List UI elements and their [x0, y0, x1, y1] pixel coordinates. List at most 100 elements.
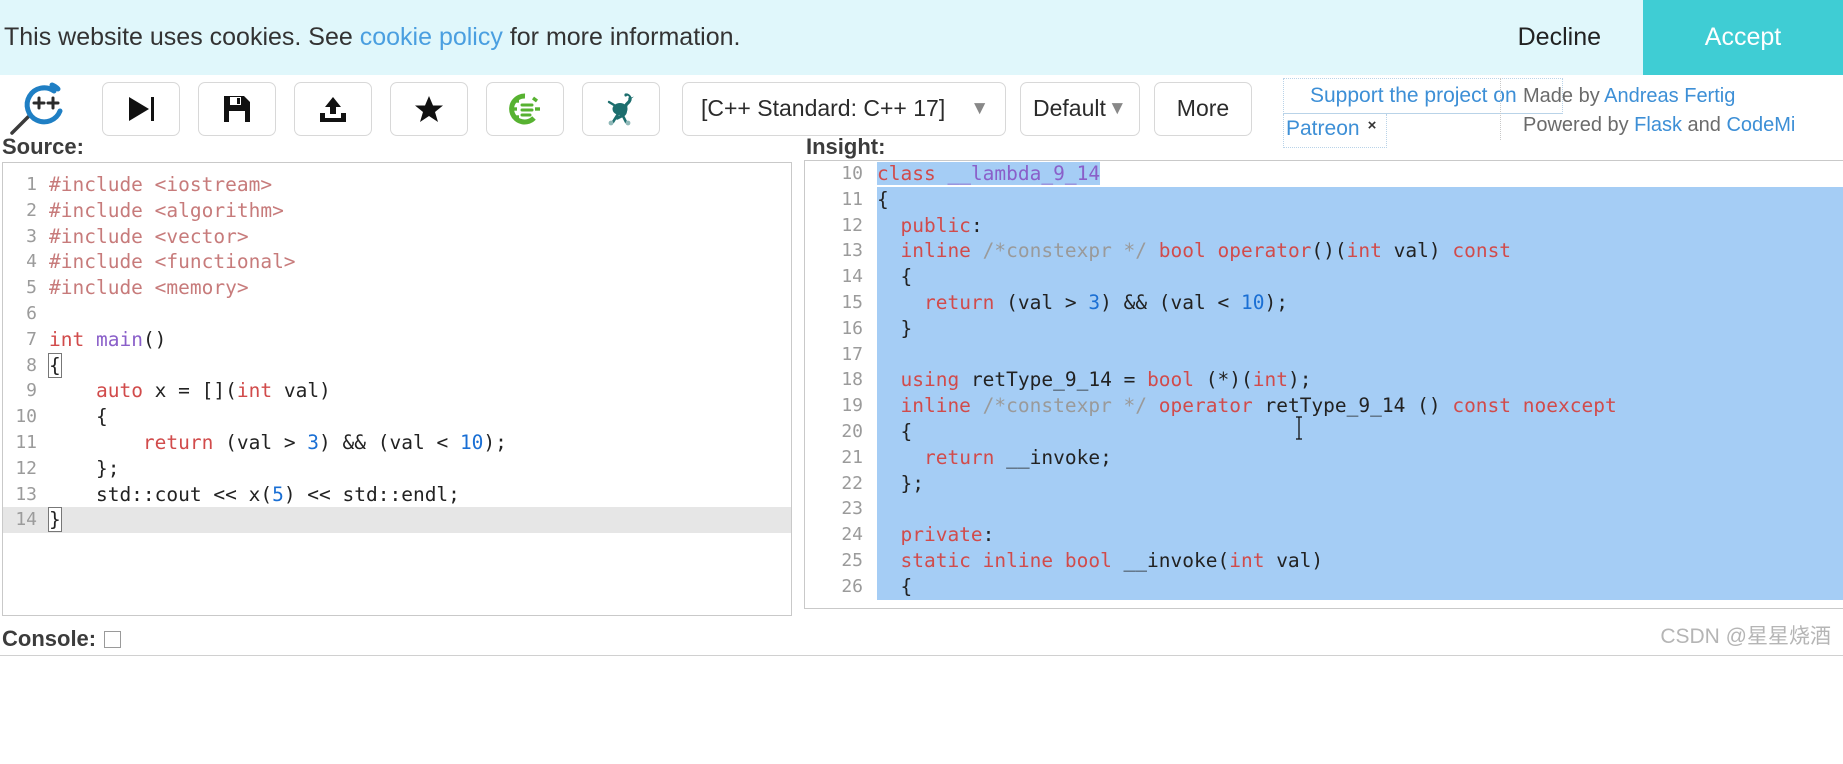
code-token: static inline bool — [900, 548, 1124, 572]
play-icon — [129, 96, 154, 121]
code-token: int — [1252, 368, 1288, 392]
line-number: 13 — [15, 483, 37, 505]
style-select[interactable]: Default ▼ — [1020, 81, 1140, 136]
line-number: 2 — [26, 199, 37, 221]
code-line[interactable]: 23 — [805, 496, 1843, 523]
code-line[interactable]: 20 { — [805, 418, 1843, 445]
code-line-text: #include <iostream> — [49, 172, 791, 198]
code-line[interactable]: 5 #include <memory> — [3, 275, 791, 301]
flask-link[interactable]: Flask — [1634, 114, 1682, 136]
decline-cookies-button[interactable]: Decline — [1475, 0, 1643, 75]
codemirror-link[interactable]: CodeMi — [1726, 114, 1795, 136]
code-line[interactable]: 4 #include <functional> — [3, 249, 791, 275]
accept-cookies-button[interactable]: Accept — [1643, 0, 1843, 75]
line-number: 6 — [26, 302, 37, 324]
line-number: 11 — [15, 431, 37, 453]
code-line-text: static inline bool __invoke(int val) — [877, 547, 1843, 574]
code-token: bool — [1147, 368, 1206, 392]
line-number: 18 — [841, 369, 863, 391]
code-token: return — [923, 290, 995, 314]
close-icon[interactable]: × — [1368, 117, 1377, 134]
code-token: x = []( — [142, 379, 237, 403]
code-line-text: class __lambda_9_14 — [877, 161, 1843, 187]
console-checkbox[interactable] — [104, 630, 122, 648]
line-number: 10 — [15, 406, 37, 428]
line-number: 5 — [26, 277, 37, 299]
code-token: { — [877, 574, 913, 598]
code-token: ); — [1287, 368, 1312, 392]
code-line[interactable]: 17 — [805, 341, 1843, 368]
more-button[interactable]: More — [1154, 81, 1252, 136]
code-line[interactable]: 11 return (val > 3) && (val < 10); — [3, 430, 791, 456]
share-button[interactable] — [294, 81, 372, 136]
code-line[interactable]: 26 { — [805, 573, 1843, 600]
code-line[interactable]: 25 static inline bool __invoke(int val) — [805, 547, 1843, 574]
save-button[interactable] — [198, 81, 276, 136]
code-token: val) — [1381, 239, 1453, 263]
line-number: 15 — [841, 291, 863, 313]
cpp-insights-logo[interactable] — [6, 79, 84, 139]
cookie-text-after: for more information. — [502, 23, 741, 51]
code-line[interactable]: 2 #include <algorithm> — [3, 198, 791, 224]
code-token: retType_9_14 — [970, 368, 1112, 392]
code-line[interactable]: 19 inline /*constexpr */ operator retTyp… — [805, 393, 1843, 419]
cookie-text-before: This website uses cookies. See — [4, 23, 360, 51]
author-link[interactable]: Andreas Fertig — [1604, 85, 1735, 107]
code-token: ()( — [1311, 239, 1347, 263]
code-line[interactable]: 13 inline /*constexpr */ bool operator()… — [805, 238, 1843, 265]
code-line[interactable]: 22 }; — [805, 470, 1843, 497]
code-token: int — [236, 379, 273, 403]
code-line[interactable]: 3 #include <vector> — [3, 224, 791, 250]
code-line[interactable]: 12 }; — [3, 456, 791, 482]
code-token: const noexcept — [1452, 394, 1617, 418]
code-token: val) — [1264, 548, 1324, 572]
credits-made-by: Made by Andreas Fertig — [1523, 82, 1843, 111]
cookie-policy-link[interactable]: cookie policy — [360, 23, 503, 51]
code-token: auto — [95, 379, 143, 403]
code-line[interactable]: 12 public: — [805, 212, 1843, 239]
code-line[interactable]: 10 { — [3, 404, 791, 430]
cpp-standard-select[interactable]: [C++ Standard: C++ 17] ▼ — [682, 81, 1006, 136]
code-line[interactable]: 6 — [3, 301, 791, 327]
code-line[interactable]: 21 return __invoke; — [805, 444, 1843, 471]
code-line[interactable]: 18 using retType_9_14 = bool (*)(int); — [805, 367, 1843, 394]
code-line[interactable]: 14} — [3, 507, 791, 534]
patreon-link-line2[interactable]: Patreon — [1286, 117, 1360, 140]
favorite-button[interactable] — [390, 81, 468, 136]
code-line[interactable]: 24 private: — [805, 522, 1843, 548]
run-button[interactable] — [102, 81, 180, 136]
code-token: using — [900, 368, 971, 392]
credits: Made by Andreas Fertig Powered by Flask … — [1500, 78, 1843, 140]
line-number: 8 — [26, 354, 37, 376]
options-button[interactable] — [486, 81, 564, 136]
code-line[interactable]: 16 } — [805, 315, 1843, 342]
code-line-text: #include <functional> — [49, 249, 791, 275]
code-line[interactable]: 15 return (val > 3) && (val < 10); — [805, 289, 1843, 316]
compiler-explorer-button[interactable] — [582, 81, 660, 136]
code-line[interactable]: 14 { — [805, 264, 1843, 290]
line-number: 14 — [841, 266, 863, 288]
code-line[interactable]: 11 { — [805, 186, 1843, 213]
code-token: std::cout << x( — [49, 482, 273, 506]
code-line-text: { — [877, 186, 1843, 213]
code-line-text: using retType_9_14 = bool (*)(int); — [877, 367, 1843, 394]
code-token: #include — [49, 198, 155, 222]
code-line[interactable]: 10 class __lambda_9_14 — [805, 161, 1843, 187]
credits-powered-by: Powered by Flask and CodeMi — [1523, 111, 1843, 140]
code-line-text — [877, 496, 1843, 523]
code-line[interactable]: 13 std::cout << x(5) << std::endl; — [3, 482, 791, 508]
code-token: main — [95, 327, 143, 351]
selection-highlight: class __lambda_9_14 — [877, 162, 1101, 185]
credits-made-by-prefix: Made by — [1523, 85, 1605, 107]
code-line[interactable]: 1 #include <iostream> — [3, 172, 791, 198]
code-line[interactable]: 7 int main() — [3, 327, 791, 353]
code-line[interactable]: 9 auto x = [](int val) — [3, 378, 791, 404]
source-code-editor[interactable]: 1 #include <iostream> 2 #include <algorithm… — [2, 162, 792, 616]
code-line[interactable]: 8{ — [3, 352, 791, 379]
insight-code-editor[interactable]: 10 class __lambda_9_14 11{12 public: 13 inl… — [804, 160, 1843, 609]
